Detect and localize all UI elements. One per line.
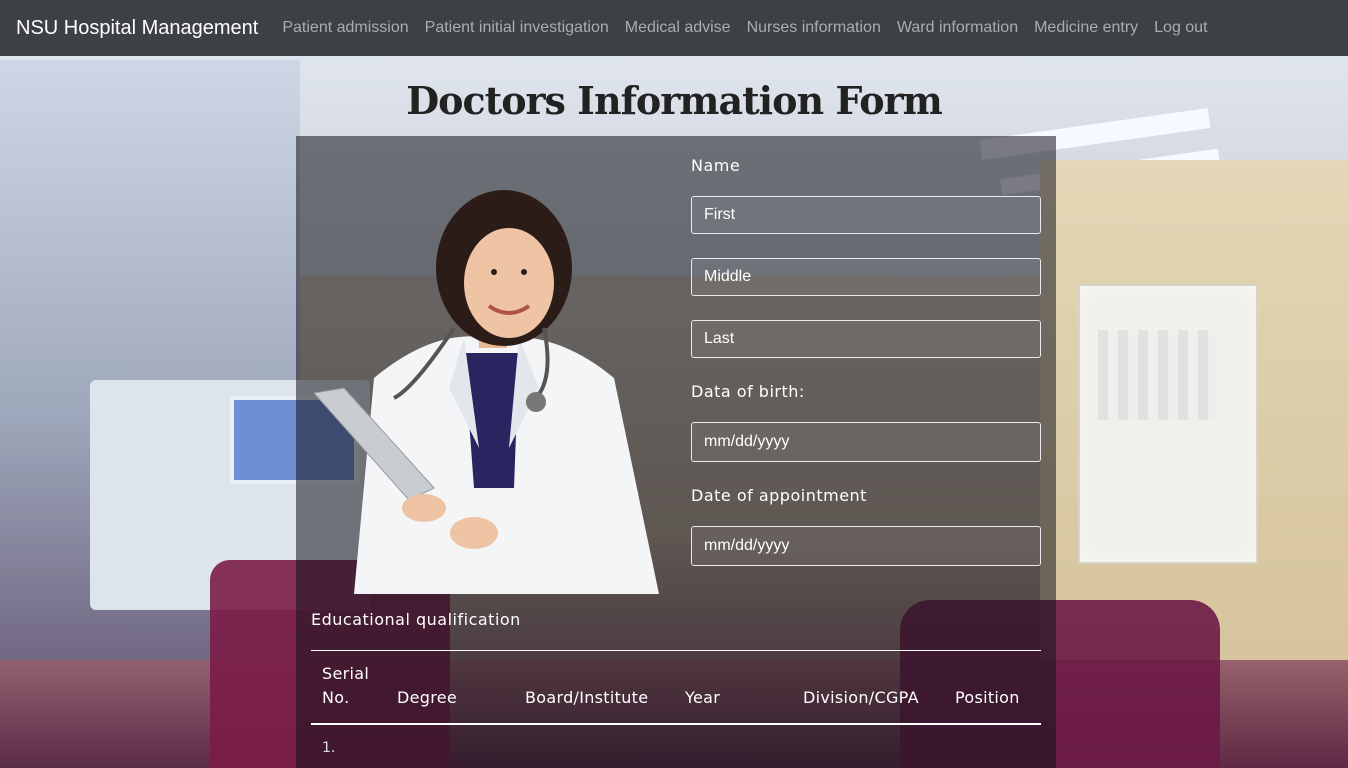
doctor-photo: [314, 190, 659, 594]
middle-name-input[interactable]: Middle: [691, 258, 1041, 296]
appointment-label: Date of appointment: [691, 486, 867, 505]
nav-medicine-entry[interactable]: Medicine entry: [1034, 19, 1138, 37]
dob-input[interactable]: mm/dd/yyyy: [691, 422, 1041, 462]
table-header-border: [311, 723, 1041, 725]
nav-medical-advise[interactable]: Medical advise: [625, 19, 731, 37]
brand-link[interactable]: NSU Hospital Management: [16, 17, 258, 40]
appointment-input[interactable]: mm/dd/yyyy: [691, 526, 1041, 566]
appointment-placeholder: mm/dd/yyyy: [704, 537, 790, 554]
page-title: Doctors Information Form: [406, 78, 943, 123]
nav-nurses-information[interactable]: Nurses information: [747, 19, 881, 37]
dob-label: Data of birth:: [691, 382, 805, 401]
nav-ward-information[interactable]: Ward information: [897, 19, 1018, 37]
header-degree: Degree: [397, 688, 458, 707]
dob-placeholder: mm/dd/yyyy: [704, 433, 790, 450]
header-serial-line2: No.: [322, 688, 350, 707]
header-position: Position: [955, 688, 1020, 707]
last-name-input[interactable]: Last: [691, 320, 1041, 358]
header-serial: Serial No.: [322, 662, 369, 710]
nav-patient-initial-investigation[interactable]: Patient initial investigation: [425, 19, 609, 37]
name-label: Name: [691, 156, 741, 175]
table-top-border: [311, 650, 1041, 651]
first-name-placeholder: First: [704, 206, 736, 223]
header-division: Division/CGPA: [803, 688, 919, 707]
nav-log-out[interactable]: Log out: [1154, 19, 1207, 37]
navbar: NSU Hospital Management Patient admissio…: [0, 0, 1348, 56]
header-board: Board/Institute: [525, 688, 649, 707]
first-name-input[interactable]: First: [691, 196, 1041, 234]
last-name-placeholder: Last: [704, 330, 735, 347]
row-serial: 1.: [322, 740, 336, 756]
header-serial-line1: Serial: [322, 664, 370, 683]
door: [1078, 284, 1258, 564]
nav-patient-admission[interactable]: Patient admission: [282, 19, 408, 37]
middle-name-placeholder: Middle: [704, 268, 752, 285]
header-year: Year: [685, 688, 721, 707]
door-logo: [1098, 330, 1216, 420]
education-title: Educational qualification: [311, 610, 521, 629]
